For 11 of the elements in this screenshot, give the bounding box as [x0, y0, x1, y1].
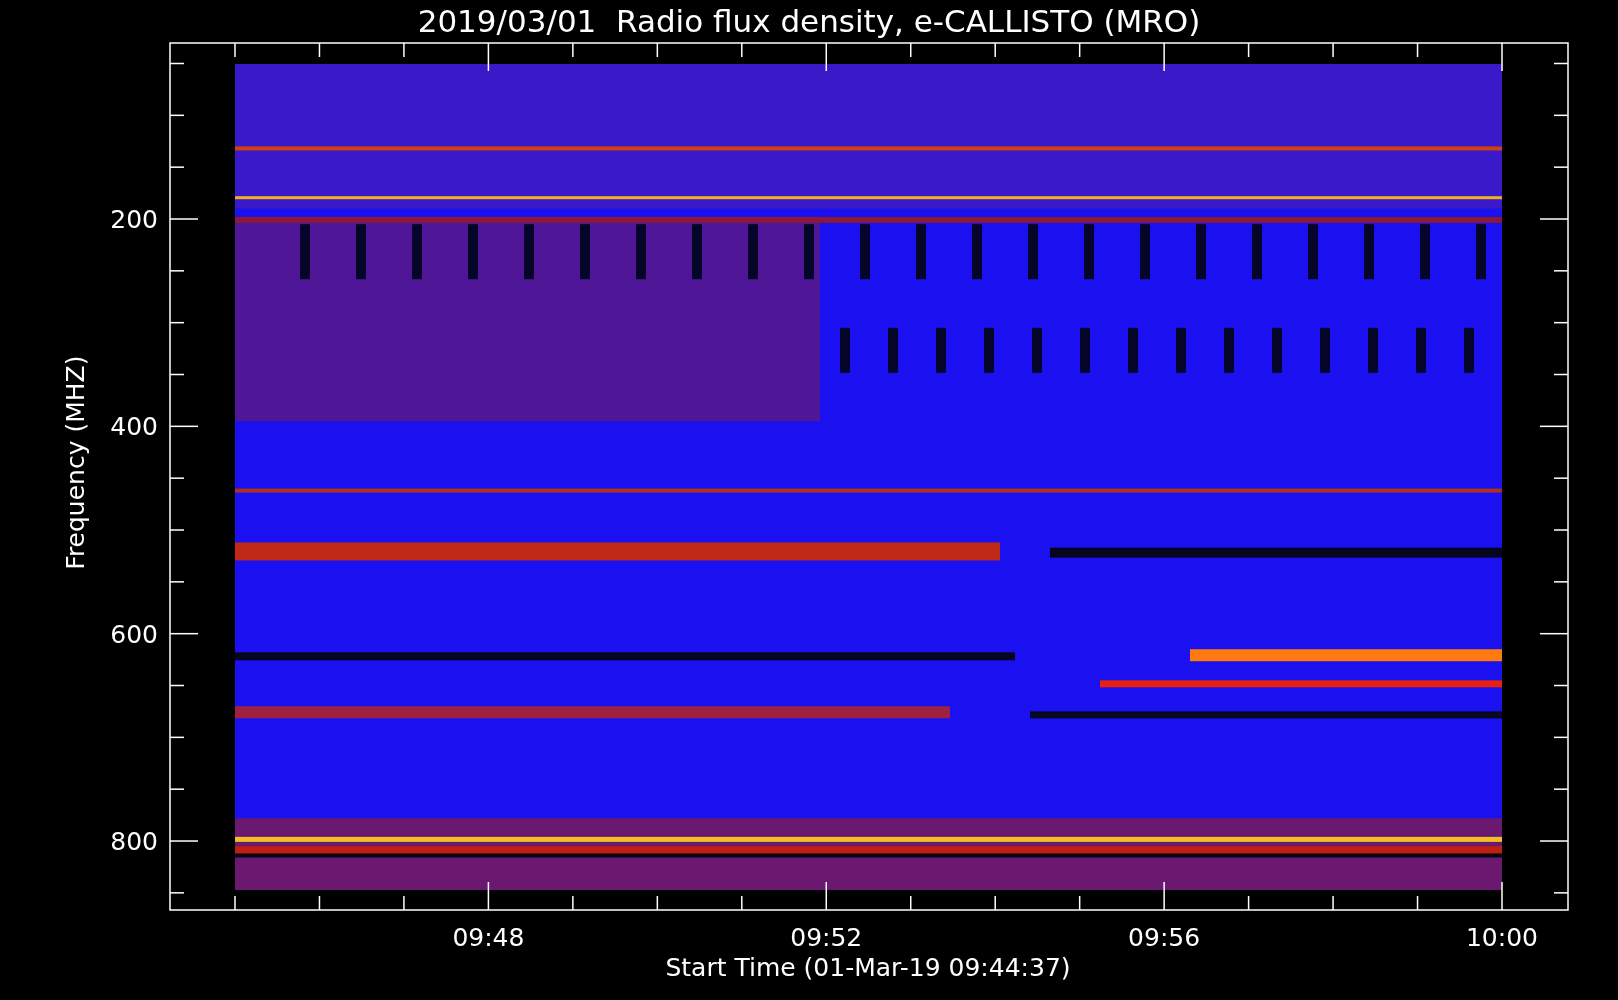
x-tick-label: 09:56 — [1128, 923, 1201, 952]
x-tick-label: 09:52 — [790, 923, 863, 952]
x-axis-label: Start Time (01-Mar-19 09:44:37) — [665, 953, 1071, 982]
plot-title: 2019/03/01 Radio flux density, e-CALLISTO (MRO) — [417, 3, 1201, 39]
y-tick-label: 200 — [110, 205, 158, 234]
y-tick-label: 800 — [110, 827, 158, 856]
y-tick-label: 600 — [110, 619, 158, 649]
y-tick-label: 400 — [110, 412, 158, 442]
x-tick-label: 09:48 — [452, 923, 525, 952]
y-axis-label: Frequency (MHZ) — [61, 355, 90, 570]
x-tick-label: 10:00 — [1466, 923, 1538, 952]
